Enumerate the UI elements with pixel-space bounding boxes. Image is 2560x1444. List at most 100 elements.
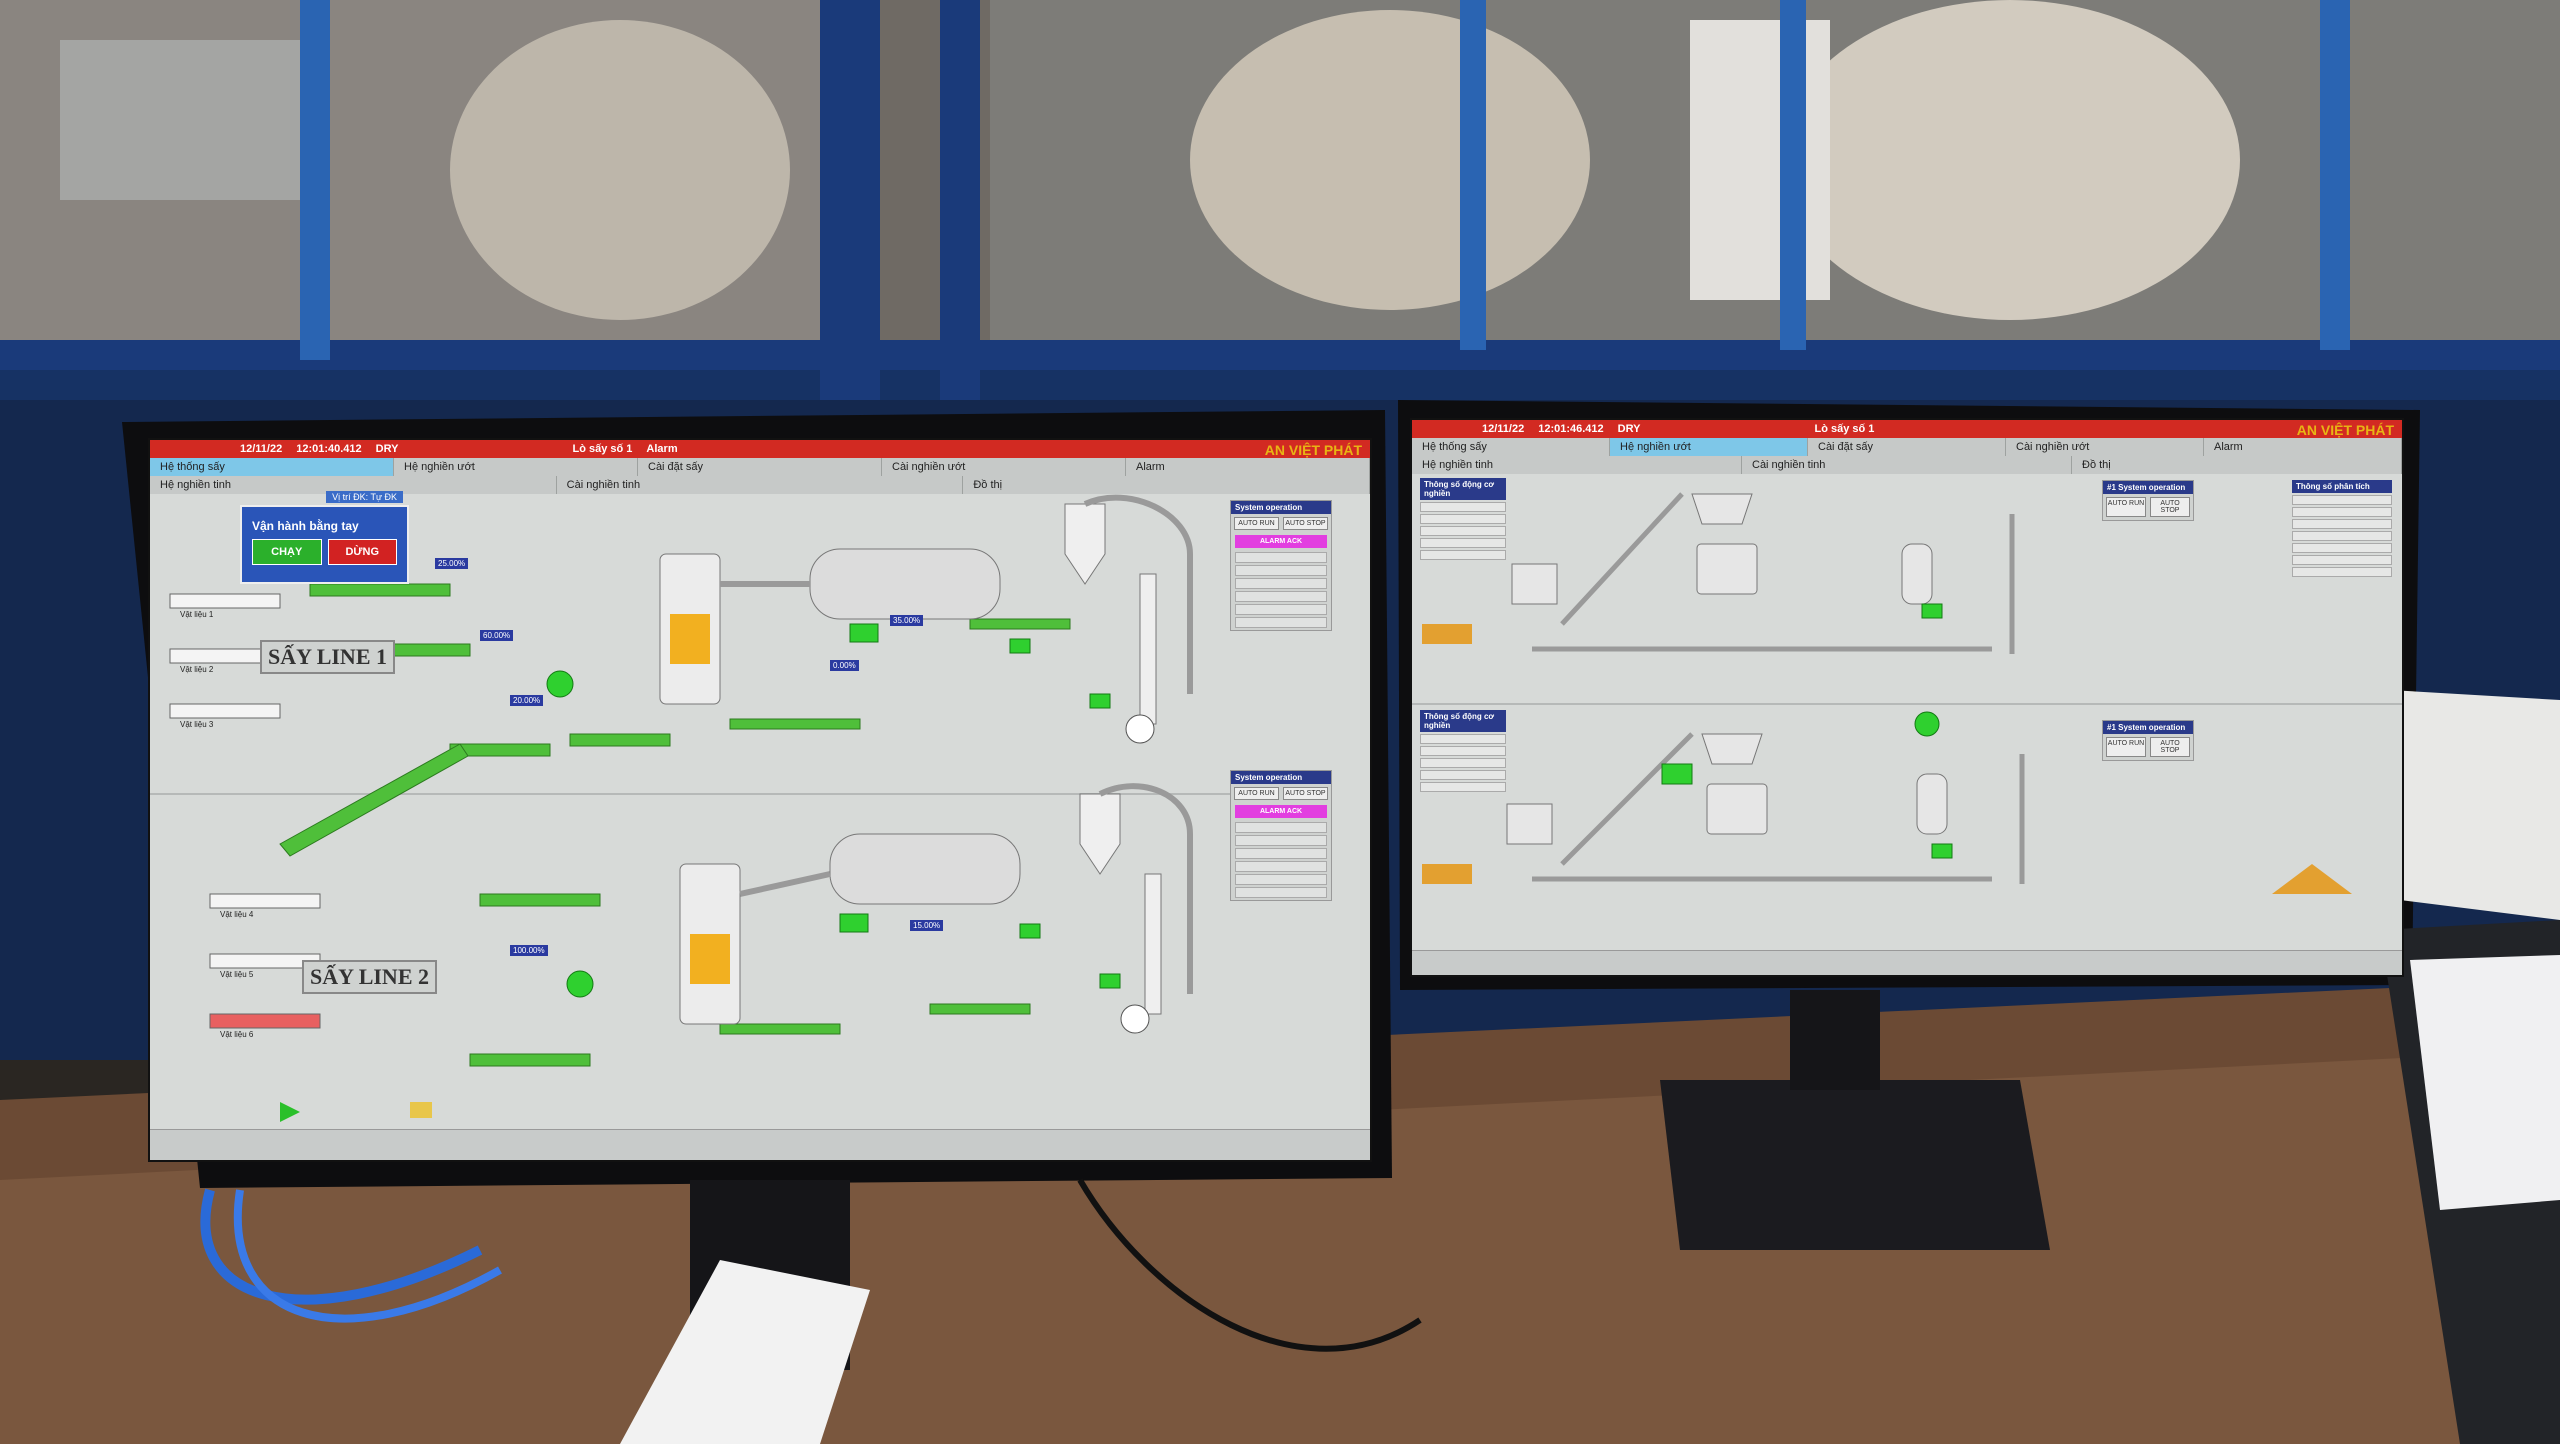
material-pile-icon (2272, 864, 2352, 894)
status-bar (1412, 950, 2402, 975)
tab-alarm[interactable]: Alarm (2204, 438, 2402, 456)
fan-icon (1125, 714, 1155, 744)
brand-logo: AN VIỆT PHÁT (2296, 422, 2394, 438)
mill-hopper (1691, 493, 1753, 525)
system-operation-panel: System operation AUTO RUN AUTO STOP ALAR… (1230, 500, 1332, 631)
auto-run-button[interactable]: AUTO RUN (2106, 737, 2146, 757)
grinding-diagram (1412, 492, 2402, 894)
loader-icon (1422, 864, 1472, 884)
motor-icon (546, 670, 574, 698)
motor-icon (1914, 711, 1940, 737)
photo-scene: 12/11/22 12:01:40.412 DRY Lò sấy số 1 Al… (0, 0, 2560, 1444)
tab-dryer-settings[interactable]: Cài đặt sấy (638, 458, 882, 476)
header-title: Lò sấy số 1 (572, 443, 633, 455)
auto-stop-button[interactable]: AUTO STOP (2150, 497, 2190, 517)
machine-shape (1780, 0, 2240, 320)
tab-wet-grind-settings[interactable]: Cài nghiền ướt (882, 458, 1126, 476)
alarm-ack-button[interactable]: ALARM ACK (1235, 535, 1327, 548)
tab-wet-grinding[interactable]: Hệ nghiền ướt (394, 458, 638, 476)
auto-stop-button[interactable]: AUTO STOP (1283, 787, 1328, 800)
paper-sheet (2390, 690, 2560, 920)
motor-icon (1921, 603, 1943, 619)
tab-fine-grind-settings[interactable]: Cài nghiền tinh (1742, 456, 2072, 474)
conveyor (729, 718, 861, 730)
auto-stop-button[interactable]: AUTO STOP (1283, 517, 1328, 530)
readout: 25.00% (435, 558, 469, 569)
flame (690, 934, 730, 984)
tab-wet-grinding[interactable]: Hệ nghiền ướt (1610, 438, 1808, 456)
motor-params-2: Thông số động cơ nghiền (1420, 710, 1506, 794)
bin-label: Vật liệu 5 (220, 970, 254, 979)
auto-stop-button[interactable]: AUTO STOP (2150, 737, 2190, 757)
left-tab-row-1: Hệ thống sấy Hệ nghiền ướt Cài đặt sấy C… (150, 458, 1370, 476)
manual-operation-dialog: Vị trí ĐK: Tự ĐK Vận hành bằng tay CHẠY … (240, 491, 409, 584)
conveyor (929, 1003, 1031, 1015)
header-title: Lò sấy số 1 (1814, 423, 1875, 435)
tab-chart[interactable]: Đồ thị (963, 476, 1370, 494)
tab-fine-grind-settings[interactable]: Cài nghiền tinh (557, 476, 964, 494)
stop-button[interactable]: DỪNG (327, 539, 397, 565)
machine-shape (450, 20, 790, 320)
readout: 15.00% (910, 920, 944, 931)
bin-label: Vật liệu 3 (180, 720, 214, 729)
header-time: 12:01:46.412 (1538, 423, 1604, 435)
motor-icon (1009, 638, 1031, 654)
material-bin (169, 703, 281, 719)
start-button[interactable]: CHẠY (252, 539, 322, 565)
tab-drying-system[interactable]: Hệ thống sấy (150, 458, 394, 476)
tab-alarm[interactable]: Alarm (1126, 458, 1370, 476)
fan-icon (1120, 1004, 1150, 1034)
readout: 20.00% (510, 695, 544, 706)
run-icon (280, 1102, 300, 1122)
line-2-label: SẤY LINE 2 (302, 960, 437, 994)
tab-wet-grind-settings[interactable]: Cài nghiền ướt (2006, 438, 2204, 456)
motor-icon (1661, 763, 1693, 785)
readout: 100.00% (510, 945, 548, 956)
header-date: 12/11/22 (240, 443, 283, 455)
feed-hopper (1506, 803, 1553, 845)
alarm-ack-button[interactable]: ALARM ACK (1235, 805, 1327, 818)
separator (1901, 543, 1933, 605)
bin-label: Vật liệu 1 (180, 610, 214, 619)
readout: 35.00% (890, 615, 924, 626)
bin-label: Vật liệu 4 (220, 910, 254, 919)
mill-hopper (1701, 733, 1763, 765)
right-hmi-screen: 12/11/22 12:01:46.412 DRY Lò sấy số 1 AN… (1412, 420, 2402, 975)
right-header-bar: 12/11/22 12:01:46.412 DRY Lò sấy số 1 (1412, 420, 2402, 438)
auto-run-button[interactable]: AUTO RUN (2106, 497, 2146, 517)
motor-icon (566, 970, 594, 998)
conveyor (479, 893, 601, 907)
motor-icon (849, 623, 879, 643)
panel-title: System operation (1231, 501, 1331, 514)
header-mode: DRY (1617, 423, 1641, 435)
stack (1144, 873, 1162, 1015)
bin-label: Vật liệu 2 (180, 665, 214, 674)
tab-drying-system[interactable]: Hệ thống sấy (1412, 438, 1610, 456)
motor-icon (1089, 693, 1111, 709)
grind-system-operation: #1 System operation AUTO RUN AUTO STOP (2102, 480, 2194, 521)
stack (1139, 573, 1157, 725)
motor-icon (1931, 843, 1953, 859)
conveyor (719, 1023, 841, 1035)
auto-run-button[interactable]: AUTO RUN (1234, 787, 1279, 800)
flame (670, 614, 710, 664)
header-alarm[interactable]: Alarm (646, 443, 677, 455)
tab-chart[interactable]: Đồ thị (2072, 456, 2402, 474)
bin-label: Vật liệu 6 (220, 1030, 254, 1039)
control-position-badge: Vị trí ĐK: Tự ĐK (326, 491, 403, 503)
conveyor (309, 583, 451, 597)
analysis-params: Thông số phân tích (2292, 480, 2392, 579)
tab-fine-grinding[interactable]: Hệ nghiền tinh (1412, 456, 1742, 474)
readout: 60.00% (480, 630, 514, 641)
loader-icon (1422, 624, 1472, 644)
auto-run-button[interactable]: AUTO RUN (1234, 517, 1279, 530)
material-bin (209, 893, 321, 909)
material-bin (209, 1013, 321, 1029)
header-time: 12:01:40.412 (296, 443, 362, 455)
rotary-dryer (809, 548, 1001, 620)
system-operation-panel-2: System operation AUTO RUN AUTO STOP ALAR… (1230, 770, 1332, 901)
conveyor (569, 733, 671, 747)
separator (1916, 773, 1948, 835)
readout: 0.00% (830, 660, 859, 671)
tab-dryer-settings[interactable]: Cài đặt sấy (1808, 438, 2006, 456)
